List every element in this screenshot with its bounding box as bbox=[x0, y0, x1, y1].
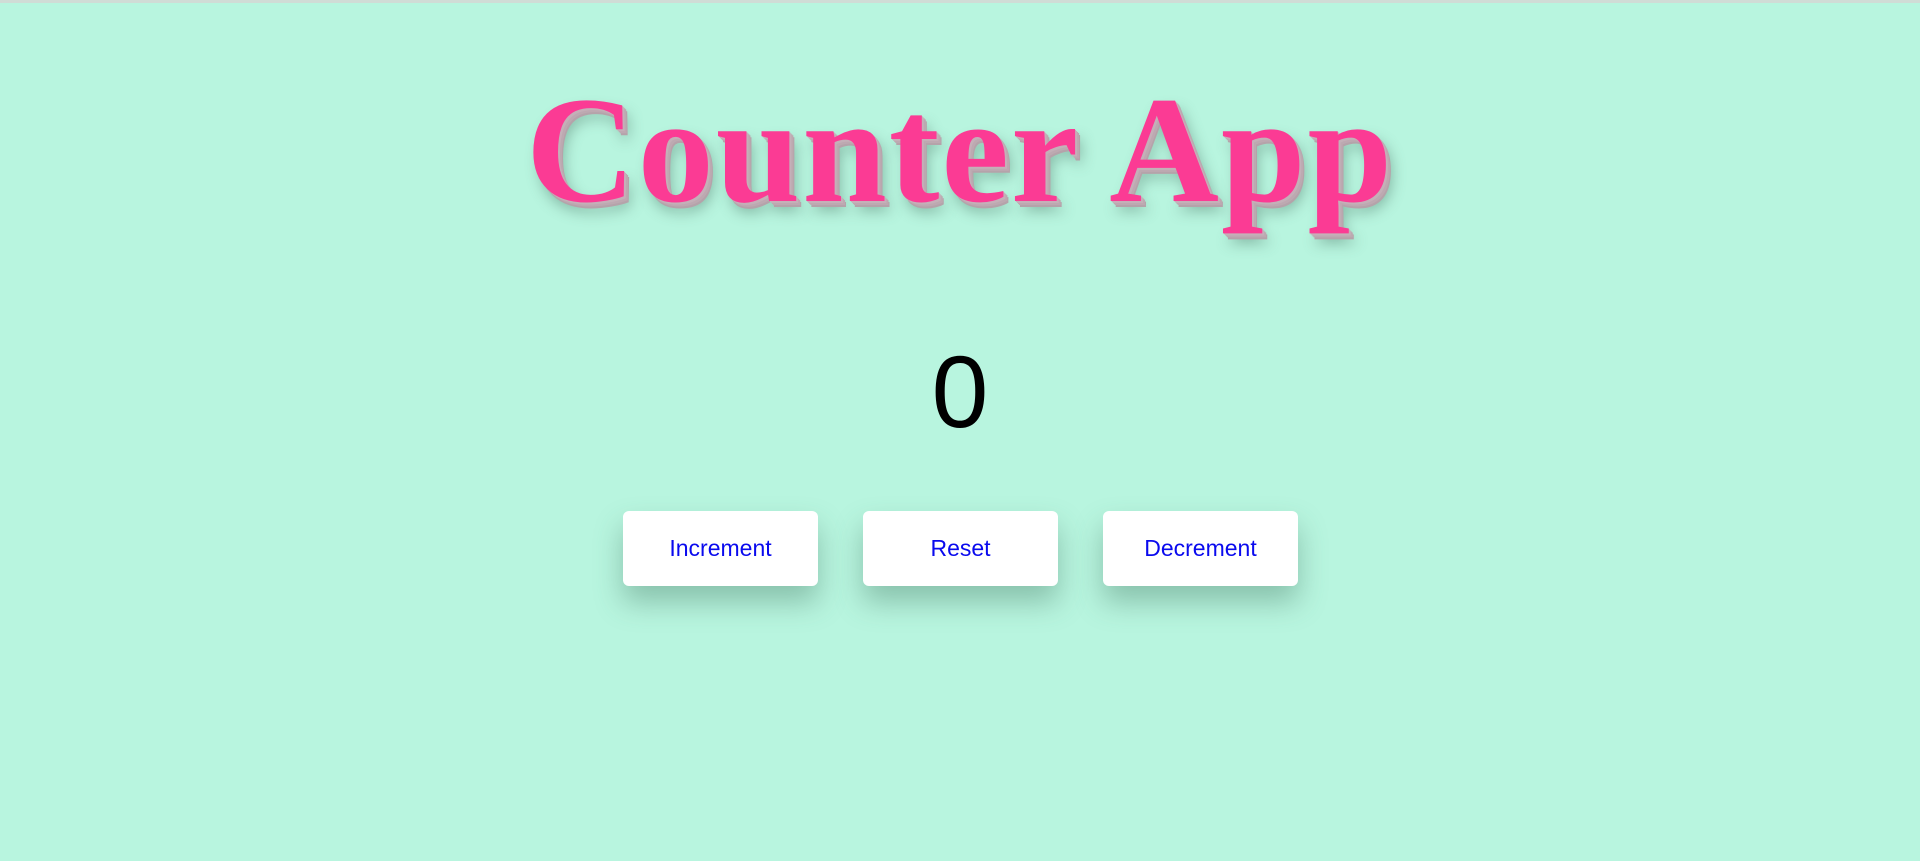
counter-value: 0 bbox=[931, 335, 989, 449]
reset-button[interactable]: Reset bbox=[863, 511, 1058, 586]
increment-button[interactable]: Increment bbox=[623, 511, 818, 586]
page-title: Counter App bbox=[525, 66, 1395, 234]
decrement-button[interactable]: Decrement bbox=[1103, 511, 1298, 586]
counter-app: Counter App 0 Increment Reset Decrement bbox=[0, 0, 1920, 861]
button-group: Increment Reset Decrement bbox=[0, 511, 1920, 586]
